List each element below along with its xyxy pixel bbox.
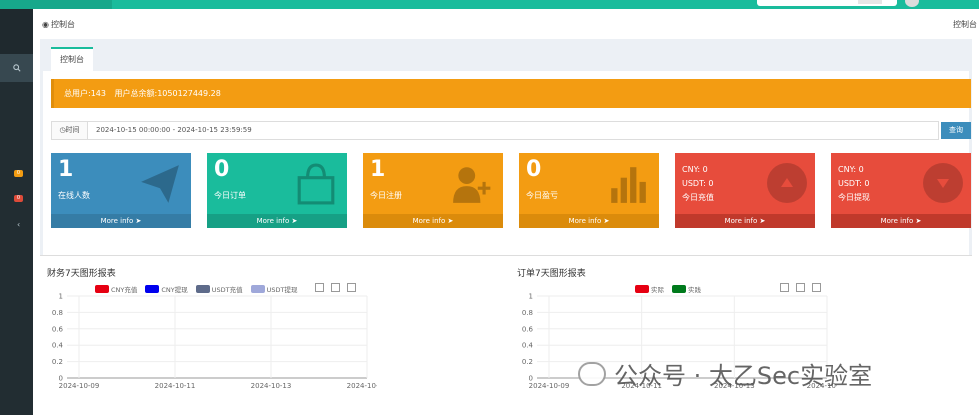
total-users-text: 总用户:143 [64, 89, 106, 98]
today-withdraw-more-link[interactable]: More info ➤ [831, 214, 971, 228]
dashboard-icon: ◉ [42, 20, 49, 29]
shopping-bag-icon [297, 163, 335, 205]
deposit-usdt-value: USDT: 0 [682, 179, 714, 188]
time-filter: ◷时间 2024-10-15 00:00:00 - 2024-10-15 23:… [51, 121, 971, 140]
watermark-text: 公众号 · 太乙Sec实验室 [614, 362, 873, 390]
user-plus-icon [453, 167, 491, 203]
y-tick-label: 0.2 [522, 358, 533, 366]
chart-title: 订单7天图形报表 [517, 269, 586, 279]
sidebar-badge-orange[interactable]: 0 [14, 170, 23, 177]
avatar[interactable] [905, 0, 919, 7]
today-register-value: 1 [370, 157, 386, 182]
top-search-button[interactable] [858, 0, 882, 4]
more-info-label: More info [100, 217, 134, 225]
more-info-label: More info [412, 217, 446, 225]
today-orders-more-link[interactable]: More info ➤ [207, 214, 347, 228]
x-tick-label: 2024-10-13 [251, 382, 292, 390]
paper-plane-icon [141, 165, 179, 203]
time-label: 时间 [65, 126, 80, 134]
today-withdraw-box: CNY: 0 USDT: 0 今日提现 More info ➤ [831, 153, 971, 228]
arrow-up-icon [767, 163, 807, 203]
sidebar-badge-red[interactable]: 0 [14, 195, 23, 202]
arrow-circle-right-icon: ➤ [135, 217, 142, 225]
online-users-label: 在线人数 [58, 191, 90, 200]
arrow-circle-right-icon: ➤ [447, 217, 454, 225]
arrow-circle-right-icon: ➤ [603, 217, 610, 225]
today-profit-label: 今日盈亏 [526, 191, 558, 200]
more-info-label: More info [256, 217, 290, 225]
today-profit-box: 0 今日盈亏 More info ➤ [519, 153, 659, 228]
y-tick-label: 0.4 [52, 342, 64, 350]
withdraw-cny-value: CNY: 0 [838, 165, 864, 174]
more-info-label: More info [568, 217, 602, 225]
date-range-input[interactable]: 2024-10-15 00:00:00 - 2024-10-15 23:59:5… [88, 121, 939, 140]
today-deposit-more-link[interactable]: More info ➤ [675, 214, 815, 228]
arrow-circle-right-icon: ➤ [291, 217, 298, 225]
chart-canvas: 10.80.60.40.202024-10-09 2024-10-11 2024-1… [52, 293, 377, 391]
y-tick-label: 0.8 [52, 309, 63, 317]
y-tick-label: 0.4 [522, 342, 534, 350]
withdraw-label: 今日提现 [838, 193, 870, 202]
content-area: ◉ 控制台 控制台 控制台 总用户:143 用户总余额:1050127449.2… [33, 9, 979, 415]
main-panel: 控制台 总用户:143 用户总余额:1050127449.28 ◷时间 2024… [40, 39, 972, 255]
chart-title: 财务7天图形报表 [47, 269, 116, 279]
arrow-circle-right-icon: ➤ [915, 217, 922, 225]
total-balance-text: 用户总余额:1050127449.28 [114, 89, 221, 98]
more-info-label: More info [880, 217, 914, 225]
arrow-circle-right-icon: ➤ [759, 217, 766, 225]
today-orders-box: 0 今日订单 More info ➤ [207, 153, 347, 228]
online-users-value: 1 [58, 157, 74, 182]
more-info-label: More info [724, 217, 758, 225]
y-tick-label: 0.8 [522, 309, 533, 317]
today-orders-value: 0 [214, 157, 230, 182]
top-navbar [0, 0, 979, 9]
tab-dashboard[interactable]: 控制台 [51, 47, 93, 71]
query-button[interactable]: 查询 [941, 122, 971, 139]
breadcrumb[interactable]: ◉ 控制台 [42, 19, 75, 30]
today-register-box: 1 今日注册 More info ➤ [363, 153, 503, 228]
deposit-label: 今日充值 [682, 193, 714, 202]
y-tick-label: 1 [529, 293, 533, 301]
today-orders-label: 今日订单 [214, 191, 246, 200]
today-deposit-box: CNY: 0 USDT: 0 今日充值 More info ➤ [675, 153, 815, 228]
x-tick-label: 2024-10-15 [347, 382, 377, 390]
chat-icon [578, 361, 606, 386]
time-addon: ◷时间 [51, 121, 88, 140]
sidebar: 0 0 ‹ [0, 9, 33, 415]
search-icon [12, 64, 21, 72]
tab-bar: 控制台 [40, 39, 972, 71]
online-users-more-link[interactable]: More info ➤ [51, 214, 191, 228]
watermark: 公众号 · 太乙Sec实验室 [578, 356, 872, 391]
logo-area[interactable] [0, 0, 112, 9]
today-register-label: 今日注册 [370, 191, 402, 200]
withdraw-usdt-value: USDT: 0 [838, 179, 870, 188]
x-tick-label: 2024-10-09 [529, 382, 570, 390]
today-register-more-link[interactable]: More info ➤ [363, 214, 503, 228]
summary-alert: 总用户:143 用户总余额:1050127449.28 [51, 79, 971, 108]
y-tick-label: 0.6 [522, 325, 534, 333]
online-users-box: 1 在线人数 More info ➤ [51, 153, 191, 228]
content-header: ◉ 控制台 控制台 [33, 9, 979, 39]
y-tick-label: 1 [59, 293, 63, 301]
x-tick-label: 2024-10-11 [155, 382, 196, 390]
breadcrumb-label: 控制台 [50, 20, 75, 29]
chevron-left-icon[interactable]: ‹ [17, 220, 20, 229]
deposit-cny-value: CNY: 0 [682, 165, 708, 174]
sidebar-header [0, 9, 33, 54]
dashboard-panel: 总用户:143 用户总余额:1050127449.28 ◷时间 2024-10-… [43, 71, 971, 255]
arrow-down-icon [923, 163, 963, 203]
today-profit-more-link[interactable]: More info ➤ [519, 214, 659, 228]
y-tick-label: 0.6 [52, 325, 64, 333]
y-tick-label: 0.2 [52, 358, 63, 366]
breadcrumb-current: 控制台 [953, 20, 977, 29]
today-profit-value: 0 [526, 157, 542, 182]
x-tick-label: 2024-10-09 [59, 382, 100, 390]
finance-chart: 财务7天图形报表 CNY充值 CNY提现 USDT充值 USDT提现 1 0.8 0.6 0… [47, 256, 377, 406]
bar-chart-icon [611, 167, 646, 203]
sidebar-search-button[interactable] [0, 54, 33, 82]
